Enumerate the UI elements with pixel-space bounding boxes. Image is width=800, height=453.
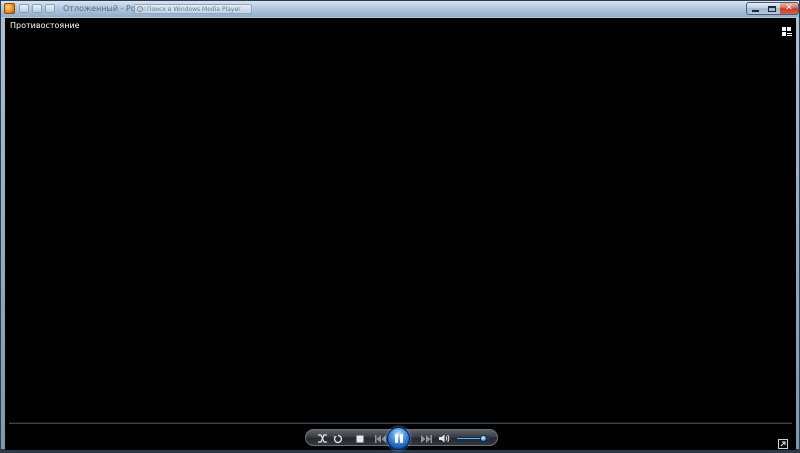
title-bar[interactable]: Отложенный - Роли Поиск в Windows Media …	[1, 1, 799, 17]
maximize-button[interactable]	[763, 2, 781, 15]
seek-bar[interactable]	[9, 422, 792, 424]
now-playing-title: Противостояние	[10, 21, 80, 30]
shuffle-icon	[318, 434, 327, 443]
shuffle-button[interactable]	[316, 432, 329, 445]
repeat-button[interactable]	[331, 432, 344, 445]
pause-icon-bar	[399, 434, 403, 443]
quick-access-forward-button[interactable]	[32, 4, 42, 13]
previous-icon	[375, 434, 386, 443]
minimize-button[interactable]	[746, 2, 764, 15]
fullscreen-icon	[778, 439, 788, 449]
volume-thumb[interactable]	[480, 435, 488, 442]
fullscreen-button[interactable]	[778, 434, 788, 449]
quick-access-back-button[interactable]	[19, 4, 29, 13]
mute-button[interactable]	[438, 432, 451, 445]
switch-to-library-button[interactable]	[782, 22, 792, 36]
pause-icon	[394, 434, 398, 443]
minimize-icon	[751, 10, 759, 12]
title-search-box[interactable]: Поиск в Windows Media Player	[134, 4, 252, 14]
close-icon: ✕	[785, 3, 793, 13]
switch-to-library-icon	[782, 27, 792, 36]
next-button[interactable]	[418, 432, 434, 445]
title-search-placeholder: Поиск в Windows Media Player	[147, 6, 241, 13]
next-icon	[421, 434, 432, 443]
maximize-icon	[767, 5, 776, 12]
stop-button[interactable]	[353, 432, 366, 445]
speaker-icon	[438, 434, 449, 443]
stop-icon	[356, 435, 363, 442]
quick-access-menu-button[interactable]	[45, 4, 55, 13]
pause-button[interactable]	[387, 427, 410, 450]
repeat-icon	[333, 434, 342, 443]
volume-slider[interactable]	[456, 435, 490, 442]
media-player-window: Отложенный - Роли Поиск в Windows Media …	[0, 0, 800, 450]
video-display[interactable]: Противостояние	[5, 18, 796, 420]
close-button[interactable]: ✕	[780, 2, 799, 15]
media-player-app-icon[interactable]	[4, 3, 15, 14]
search-icon	[137, 6, 143, 12]
